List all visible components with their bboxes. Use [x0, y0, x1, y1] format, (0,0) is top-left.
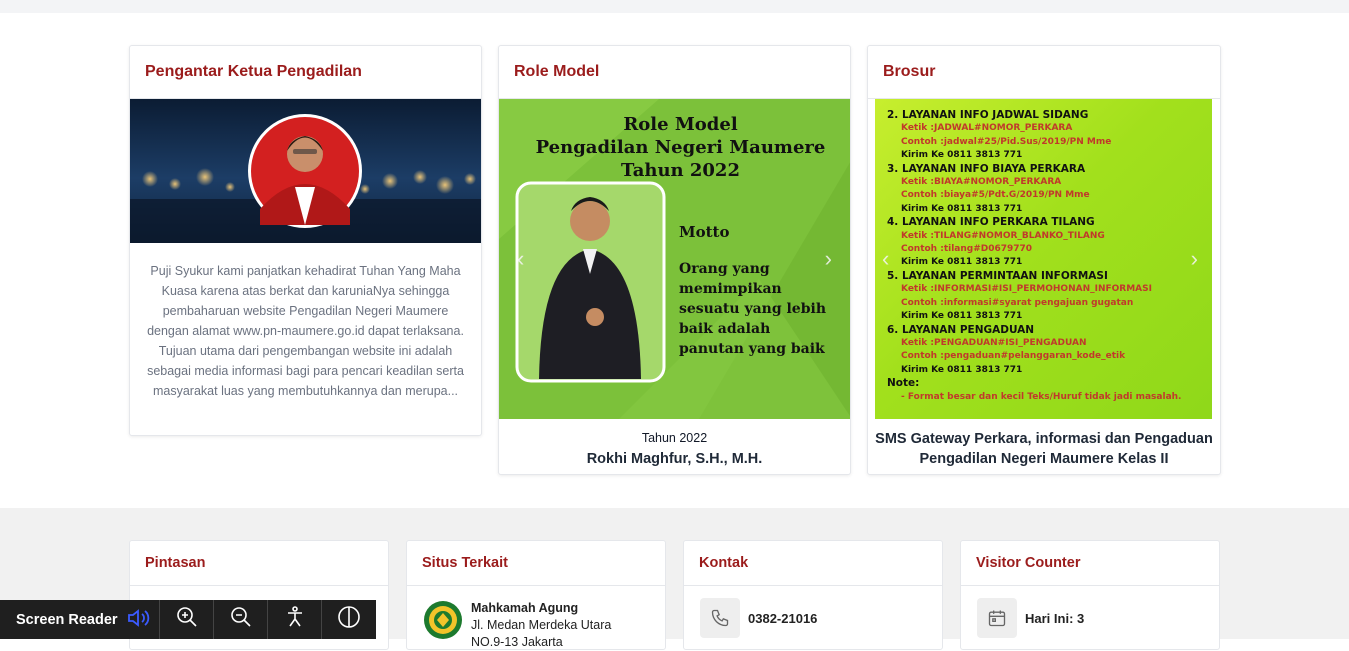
brosur-line: Note:	[887, 377, 920, 390]
brosur-line: Contoh :jadwal#25/Pid.Sus/2019/PN Mme	[901, 136, 1112, 147]
brosur-line: Kirim Ke 0811 3813 771	[901, 257, 1023, 268]
brosur-line: Kirim Ke 0811 3813 771	[901, 203, 1023, 214]
brosur-card: Brosur 2. LAYANAN INFO JADWAL SIDANG Keti…	[867, 45, 1221, 475]
zoom-out-icon	[229, 605, 253, 634]
role-model-card: Role Model Role Model Pengadilan Negeri …	[498, 45, 851, 475]
visitor-counter-title: Visitor Counter	[961, 541, 1219, 586]
brosur-line: Contoh :informasi#syarat pengajuan gugat…	[901, 297, 1134, 308]
role-model-carousel[interactable]: Role Model Pengadilan Negeri Maumere Tah…	[499, 99, 850, 419]
brosur-line: 5. LAYANAN PERMINTAAN INFORMASI	[887, 269, 1108, 282]
brosur-prev-icon[interactable]: ‹	[882, 246, 889, 272]
situs-terkait-title: Situs Terkait	[407, 541, 665, 586]
accessibility-toolbar: Screen Reader	[0, 600, 376, 639]
situs-item-addr1: Jl. Medan Merdeka Utara	[471, 618, 612, 632]
calendar-icon	[977, 598, 1017, 638]
brosur-line: Kirim Ke 0811 3813 771	[901, 364, 1023, 375]
role-model-title: Role Model	[499, 46, 850, 99]
brosur-line: Ketik :TILANG#NOMOR_BLANKO_TILANG	[901, 230, 1105, 241]
top-strip	[0, 0, 1349, 13]
kontak-title: Kontak	[684, 541, 942, 586]
situs-item-addr2: NO.9-13 Jakarta	[471, 635, 563, 649]
brosur-line: 6. LAYANAN PENGADUAN	[887, 323, 1035, 336]
brosur-line: 4. LAYANAN INFO PERKARA TILANG	[887, 216, 1095, 229]
situs-item-text: Mahkamah Agung Jl. Medan Merdeka Utara N…	[471, 600, 611, 651]
mahkamah-agung-logo-icon	[423, 600, 463, 640]
role-model-banner-heading: Role Model Pengadilan Negeri Maumere Tah…	[499, 113, 850, 182]
screen-reader-label: Screen Reader	[16, 611, 118, 628]
screen-reader-toggle[interactable]: Screen Reader	[0, 600, 160, 639]
visitor-today-row: Hari Ini: 3	[961, 586, 1219, 638]
accessibility-button[interactable]	[268, 600, 322, 639]
brosur-line: Ketik :JADWAL#NOMOR_PERKARA	[901, 123, 1073, 134]
brosur-line: Contoh :biaya#5/Pdt.G/2019/PN Mme	[901, 190, 1090, 201]
carousel-next-icon[interactable]: ›	[825, 246, 832, 272]
visitor-today: Hari Ini: 3	[1025, 610, 1085, 626]
motto-label: Motto	[679, 223, 730, 241]
contrast-button[interactable]	[322, 600, 376, 639]
brosur-line: - Format besar dan kecil Teks/Huruf tida…	[901, 391, 1182, 402]
brosur-line: Ketik :INFORMASI#ISI_PERMOHONAN_INFORMAS…	[901, 284, 1152, 295]
kontak-phone: 0382-21016	[748, 610, 818, 626]
situs-terkait-card: Situs Terkait Mahkamah Agung Jl. Medan M…	[406, 540, 666, 650]
brosur-line: Kirim Ke 0811 3813 771	[901, 150, 1023, 161]
pengantar-title: Pengantar Ketua Pengadilan	[130, 46, 481, 99]
brosur-line: Kirim Ke 0811 3813 771	[901, 311, 1023, 322]
carousel-prev-icon[interactable]: ‹	[517, 246, 524, 272]
brosur-carousel[interactable]: 2. LAYANAN INFO JADWAL SIDANG Ketik :JADW…	[868, 99, 1220, 419]
kontak-card: Kontak 0382-21016	[683, 540, 943, 650]
pengantar-card: Pengantar Ketua Pengadilan Puji Syukur k…	[129, 45, 482, 436]
brosur-line: 2. LAYANAN INFO JADWAL SIDANG	[887, 109, 1089, 121]
brosur-line: Ketik :BIAYA#NOMOR_PERKARA	[901, 177, 1062, 188]
contrast-icon	[337, 605, 361, 634]
brosur-line: Contoh :tilang#D0679770	[901, 244, 1033, 255]
motto-text: Orang yang memimpikan sesuatu yang lebih…	[679, 261, 826, 357]
kontak-phone-row[interactable]: 0382-21016	[684, 586, 942, 638]
brosur-line: Contoh :pengaduan#pelanggaran_kode_etik	[901, 351, 1126, 362]
situs-item-name: Mahkamah Agung	[471, 601, 579, 615]
visitor-counter-card: Visitor Counter Hari Ini: 3	[960, 540, 1220, 650]
accessibility-icon	[283, 605, 307, 634]
brosur-line: 3. LAYANAN INFO BIAYA PERKARA	[887, 162, 1086, 175]
situs-item[interactable]: Mahkamah Agung Jl. Medan Merdeka Utara N…	[407, 586, 665, 651]
brosur-image: 2. LAYANAN INFO JADWAL SIDANG Ketik :JADW…	[875, 99, 1212, 419]
banner-line-3: Tahun 2022	[621, 160, 740, 181]
phone-icon	[700, 598, 740, 638]
banner-line-1: Role Model	[623, 114, 738, 135]
brosur-title: Brosur	[868, 46, 1220, 99]
role-model-name: Rokhi Maghfur, S.H., M.H.	[586, 451, 763, 467]
speaker-icon	[126, 607, 152, 633]
zoom-out-button[interactable]	[214, 600, 268, 639]
zoom-in-button[interactable]	[160, 600, 214, 639]
banner-line-2: Pengadilan Negeri Maumere	[535, 137, 826, 158]
brosur-next-icon[interactable]: ›	[1191, 246, 1198, 272]
pintasan-title: Pintasan	[130, 541, 388, 586]
zoom-in-icon	[175, 605, 199, 634]
brosur-line: Ketik :PENGADUAN#ISI_PENGADUAN	[901, 337, 1087, 348]
brosur-caption: SMS Gateway Perkara, informasi dan Penga…	[875, 431, 1213, 467]
role-model-year: Tahun 2022	[641, 431, 708, 445]
ketua-photo-banner	[130, 99, 481, 243]
pengantar-text: Puji Syukur kami panjatkan kehadirat Tuh…	[147, 264, 464, 398]
brosur-lines: 2. LAYANAN INFO JADWAL SIDANG Ketik :JADW…	[887, 109, 1212, 404]
